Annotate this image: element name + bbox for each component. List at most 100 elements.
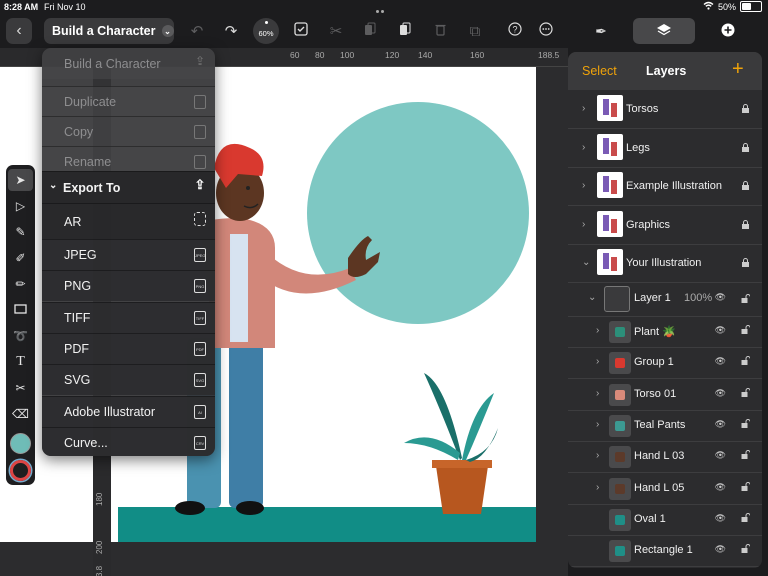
layer-opacity[interactable]: 100% [684, 292, 712, 304]
redo-button[interactable]: ↷ [218, 18, 244, 44]
tab-style[interactable]: ✒ [570, 18, 632, 44]
sublayer-row[interactable]: › Hand L 05 👁 [568, 473, 762, 505]
text-tool[interactable]: T [8, 351, 33, 373]
export-to-header[interactable]: ⌄ Export To ⇪ [42, 171, 215, 203]
pencil-tool[interactable]: ✐ [8, 247, 33, 269]
menu-item-copy[interactable]: Copy [42, 116, 215, 147]
sublayer-row[interactable]: › Teal Pants 👁 [568, 410, 762, 442]
chevron-right-icon[interactable]: › [596, 356, 599, 367]
lock-icon[interactable] [741, 258, 750, 267]
select-button[interactable]: Select [582, 64, 617, 78]
export-item-label: AR [64, 214, 82, 229]
unlock-icon[interactable] [741, 294, 751, 303]
chevron-right-icon[interactable]: › [596, 419, 599, 430]
zoom-button[interactable]: 60% [253, 18, 279, 44]
lasso-tool[interactable]: ➰ [8, 325, 33, 347]
export-item-pdf[interactable]: PDF PDF [42, 332, 215, 364]
document-title-button[interactable]: Build a Character ⌄ [44, 18, 174, 44]
unlock-icon[interactable] [741, 387, 751, 397]
undo-button[interactable]: ↶ [184, 18, 210, 44]
export-item-curve[interactable]: Curve... CRV [42, 426, 215, 456]
chevron-down-icon[interactable]: ⌄ [582, 257, 590, 268]
export-item-jpeg[interactable]: JPEG JPEG [42, 239, 215, 270]
sublayer-row[interactable]: › Hand L 03 👁 [568, 441, 762, 474]
layer-row[interactable]: › Legs [568, 129, 762, 168]
unlock-icon[interactable] [741, 544, 751, 554]
chevron-right-icon[interactable]: › [596, 450, 599, 461]
question-icon: ? [508, 22, 522, 40]
export-item-label: PNG [64, 279, 92, 294]
eye-icon[interactable]: 👁 [715, 544, 726, 555]
layer-row[interactable]: › Torsos [568, 90, 762, 129]
add-layer-button[interactable]: + [732, 58, 744, 81]
eraser-tool[interactable]: ⌫ [8, 403, 33, 425]
lock-icon[interactable] [741, 181, 750, 190]
chevron-right-icon[interactable]: › [596, 482, 599, 493]
export-item-ar[interactable]: AR [42, 203, 215, 239]
tab-add[interactable] [697, 18, 759, 44]
copy-button[interactable] [357, 18, 383, 44]
sublayer-name: Rectangle 1 [634, 544, 693, 557]
brush-tool[interactable]: ✏ [8, 273, 33, 295]
chevron-right-icon[interactable]: › [582, 142, 585, 153]
lock-icon[interactable] [741, 142, 750, 152]
multitasking-grip[interactable] [376, 5, 390, 23]
back-button[interactable]: ‹ [6, 18, 32, 44]
shape-tool[interactable] [8, 299, 33, 321]
chevron-right-icon[interactable]: › [596, 325, 599, 336]
svg-file-icon: SVG [194, 373, 206, 388]
stroke-color-swatch[interactable] [10, 460, 31, 481]
select-checkbox-button[interactable] [288, 18, 314, 44]
layer-row[interactable]: › Example Illustration [568, 167, 762, 206]
pen-tool[interactable]: ✎ [8, 221, 33, 243]
sublayer-row[interactable]: › Group 1 👁 [568, 347, 762, 380]
help-button[interactable]: ? [502, 18, 528, 44]
lock-icon[interactable] [741, 104, 750, 113]
eye-icon[interactable]: 👁 [715, 450, 726, 461]
lock-icon[interactable] [741, 219, 750, 229]
chevron-right-icon[interactable]: › [582, 103, 585, 114]
paste-button[interactable] [392, 18, 418, 44]
layer-row[interactable]: › Graphics [568, 206, 762, 245]
eye-icon[interactable]: 👁 [715, 482, 726, 493]
tab-layers[interactable] [633, 18, 695, 44]
chevron-right-icon[interactable]: › [596, 388, 599, 399]
export-item-tiff[interactable]: TIFF TIFF [42, 301, 215, 333]
menu-title-row[interactable]: Build a Character ⇪ [42, 48, 215, 79]
unlock-icon[interactable] [741, 481, 751, 491]
layer-row[interactable]: ⌄ Your Illustration [568, 244, 762, 283]
sublayer-row[interactable]: Oval 1 👁 [568, 504, 762, 536]
delete-button[interactable] [427, 18, 453, 44]
export-item-svg[interactable]: SVG SVG [42, 364, 215, 396]
unlock-icon[interactable] [741, 418, 751, 428]
sublayer-row[interactable]: › Torso 01 👁 [568, 379, 762, 411]
chevron-right-icon[interactable]: › [582, 219, 585, 230]
more-button[interactable] [533, 18, 559, 44]
chevron-down-icon[interactable]: ⌄ [588, 292, 596, 303]
direct-select-tool[interactable]: ▷ [8, 195, 33, 217]
hollow-arrow-icon: ▷ [15, 199, 26, 213]
cut-button[interactable]: ✂ [323, 18, 349, 44]
eye-icon[interactable]: 👁 [715, 292, 726, 303]
eye-icon[interactable]: 👁 [715, 419, 726, 430]
fill-color-swatch[interactable] [10, 433, 31, 454]
unlock-icon[interactable] [741, 512, 751, 522]
unlock-icon[interactable] [741, 356, 751, 366]
sublayer-row[interactable]: Rectangle 1 👁 [568, 535, 762, 568]
unlock-icon[interactable] [741, 325, 751, 334]
sublayer-row[interactable]: › Plant 🪴 👁 [568, 316, 762, 348]
export-item-png[interactable]: PNG PNG [42, 270, 215, 302]
export-item-adobe-illustrator[interactable]: Adobe Illustrator AI [42, 395, 215, 427]
unlock-icon[interactable] [741, 450, 751, 460]
menu-item-duplicate[interactable]: Duplicate [42, 86, 215, 117]
scissors-tool[interactable]: ✂ [8, 377, 33, 399]
sublayer-thumbnail [609, 508, 631, 531]
eye-icon[interactable]: 👁 [715, 388, 726, 399]
select-tool[interactable]: ➤ [8, 169, 33, 191]
layer-row-layer-1[interactable]: ⌄ Layer 1 100% 👁 [568, 282, 762, 317]
duplicate-button[interactable]: ⧉ [462, 18, 488, 44]
chevron-right-icon[interactable]: › [582, 180, 585, 191]
eye-icon[interactable]: 👁 [715, 513, 726, 524]
eye-icon[interactable]: 👁 [715, 356, 726, 367]
eye-icon[interactable]: 👁 [715, 325, 726, 336]
